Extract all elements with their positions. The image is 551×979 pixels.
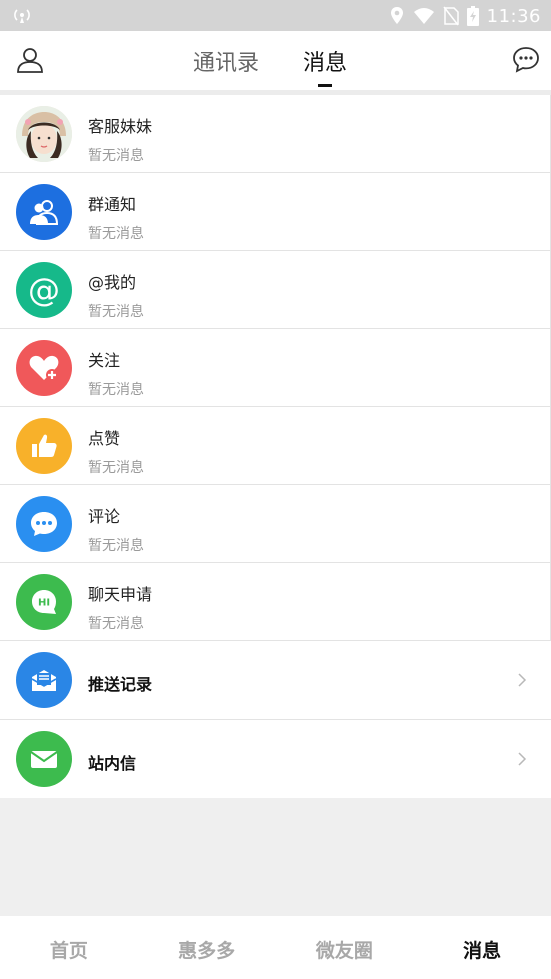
item-preview: 暂无消息 xyxy=(88,616,144,632)
item-title: 聊天申请 xyxy=(88,585,153,604)
battery-charging-icon xyxy=(466,6,479,26)
at-icon: @ xyxy=(16,262,72,318)
chevron-right-icon xyxy=(518,673,527,687)
item-preview: 暂无消息 xyxy=(88,148,144,164)
item-title: 关注 xyxy=(88,351,121,370)
bottom-nav: 首页 惠多多 微友圈 消息 xyxy=(0,916,551,979)
status-time: 11:36 xyxy=(486,5,541,27)
item-title: @我的 xyxy=(88,273,137,292)
list-item-customer-service[interactable]: 客服妹妹 暂无消息 xyxy=(0,95,551,173)
item-title: 群通知 xyxy=(88,195,137,214)
item-preview: 暂无消息 xyxy=(88,382,144,398)
nav-deals[interactable]: 惠多多 xyxy=(138,916,276,979)
item-title: 点赞 xyxy=(88,429,121,448)
list-item-site-mail[interactable]: 站内信 xyxy=(0,720,551,799)
group-icon xyxy=(16,184,72,240)
hotspot-icon xyxy=(14,9,30,23)
app-header: 通讯录 消息 xyxy=(0,31,551,90)
chevron-right-icon xyxy=(518,751,527,766)
active-tab-indicator xyxy=(318,84,332,87)
heart-plus-icon xyxy=(16,340,72,396)
tab-contacts[interactable]: 通讯录 xyxy=(193,45,259,77)
item-title: 客服妹妹 xyxy=(88,117,153,136)
list-item-follow[interactable]: 关注 暂无消息 xyxy=(0,329,551,407)
user-profile-icon[interactable] xyxy=(15,45,45,75)
item-title: 站内信 xyxy=(88,753,137,773)
push-record-icon xyxy=(16,652,72,708)
customer-service-avatar xyxy=(16,106,72,162)
message-list: 客服妹妹 暂无消息 群通知 暂无消息 @ @我的 暂无消息 关注 暂无消息 点赞… xyxy=(0,95,551,798)
item-title: 评论 xyxy=(88,507,121,526)
tab-messages[interactable]: 消息 xyxy=(303,45,347,77)
nav-home[interactable]: 首页 xyxy=(0,916,138,979)
nav-messages[interactable]: 消息 xyxy=(413,916,551,979)
list-item-chat-request[interactable]: HI 聊天申请 暂无消息 xyxy=(0,563,551,641)
chat-bubble-icon[interactable] xyxy=(511,45,541,75)
nav-moments[interactable]: 微友圈 xyxy=(276,916,414,979)
location-icon xyxy=(390,7,403,24)
item-title: 推送记录 xyxy=(88,675,153,694)
mail-icon xyxy=(16,730,72,787)
list-item-group-notice[interactable]: 群通知 暂无消息 xyxy=(0,173,551,251)
item-preview: 暂无消息 xyxy=(88,304,144,320)
thumbs-up-icon xyxy=(16,418,72,474)
list-item-likes[interactable]: 点赞 暂无消息 xyxy=(0,407,551,485)
svg-text:HI: HI xyxy=(38,598,50,609)
item-preview: 暂无消息 xyxy=(88,460,144,476)
status-bar: 11:36 xyxy=(0,0,551,31)
no-sim-icon xyxy=(443,6,459,26)
comment-icon xyxy=(16,496,72,552)
item-preview: 暂无消息 xyxy=(88,538,144,554)
list-item-at-me[interactable]: @ @我的 暂无消息 xyxy=(0,251,551,329)
list-item-push-record[interactable]: 推送记录 xyxy=(0,641,551,720)
chat-request-icon: HI xyxy=(16,574,72,630)
wifi-icon xyxy=(413,8,434,24)
item-preview: 暂无消息 xyxy=(88,226,144,242)
list-item-comments[interactable]: 评论 暂无消息 xyxy=(0,485,551,563)
